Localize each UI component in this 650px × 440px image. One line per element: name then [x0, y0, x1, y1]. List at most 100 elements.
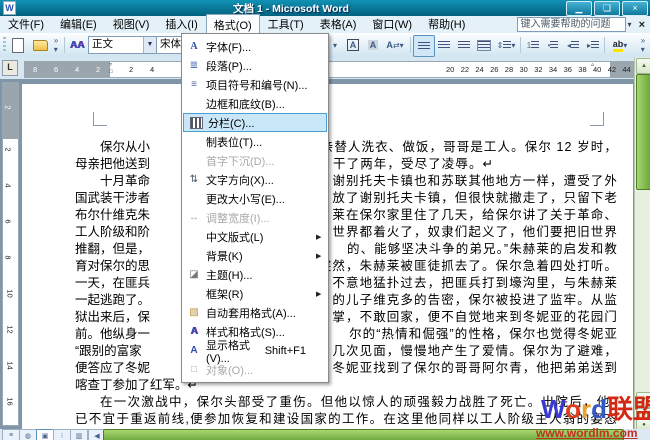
styles-and-formatting-icon[interactable]: AA — [67, 35, 87, 55]
new-document-icon — [12, 38, 24, 53]
vertical-scrollbar[interactable]: ▲ ▼ ▲ ● ▼ — [634, 57, 650, 440]
vertical-ruler[interactable]: 2246810121416 — [2, 82, 19, 426]
document-text-line[interactable]: 推翻，但是，的、能够坚决斗争的弟兄。”朱赫莱的启发和教 — [75, 238, 618, 255]
toolbar-options-button[interactable]: »▾ — [637, 35, 649, 55]
vertical-scroll-thumb[interactable] — [636, 74, 650, 190]
ruler-number: 40 — [593, 65, 601, 74]
document-text-line[interactable]: 前。他纵身一尔的“热情和倔强”的性格，保尔也觉得冬妮亚 — [75, 323, 618, 340]
menu-item[interactable]: A字体(F)... — [182, 37, 328, 56]
menu-item[interactable]: ≣段落(P)... — [182, 56, 328, 75]
menu-item[interactable]: A显示格式(V)...Shift+F1 — [182, 341, 328, 360]
document-text-line[interactable]: 母亲把他送到干了两年，受尽了凌辱。↵ — [75, 153, 618, 170]
toolbar-overflow-button[interactable]: »▾ — [50, 35, 62, 55]
close-document-icon[interactable]: × — [634, 19, 650, 31]
character-scale-button[interactable]: A⇄▾ — [383, 35, 407, 55]
document-text-line[interactable]: 国武装干涉者放了谢别托夫卡镇，但很快就撤走了，只留下老 — [75, 187, 618, 204]
menu-item[interactable]: ≡项目符号和编号(N)... — [182, 75, 328, 94]
document-text-line[interactable]: 工人阶级和阶世界都着火了，奴隶们起义了，他们要把旧世界 — [75, 221, 618, 238]
ruler-number: 4 — [75, 65, 79, 74]
toolbar-separator — [410, 37, 411, 53]
right-indent-marker[interactable]: ▵ — [591, 61, 594, 68]
document-text-line[interactable]: 育对保尔的思突然，朱赫莱被匪徒抓去了。保尔急着四处打听。 — [75, 255, 618, 272]
first-line-indent-marker[interactable]: ▿ — [109, 61, 112, 68]
help-question-input[interactable]: 键入需要帮助的问题 — [517, 17, 626, 32]
toolbar-separator — [520, 37, 521, 53]
document-text-line[interactable]: 十月革命谢别托夫卡镇也和苏联其他地方一样，遭受了外 — [75, 170, 618, 187]
ruler-number: 6 — [4, 219, 13, 223]
menu-item[interactable]: 边框和底纹(B)... — [182, 94, 328, 113]
menubar-item[interactable]: 插入(I) — [157, 14, 205, 35]
document-text-line[interactable]: 保尔从小亲替人洗衣、做饭，哥哥是工人。保尔 12 岁时， — [75, 136, 618, 153]
bulleted-list-button[interactable]: • — [543, 35, 563, 55]
menu-item[interactable]: 制表位(T)... — [182, 132, 328, 151]
document-text-line[interactable]: 布尔什维克朱莱在保尔家里住了几天，给保尔讲了关于革命、 — [75, 204, 618, 221]
watermark-letter: o — [565, 394, 581, 424]
web-layout-view-button[interactable]: ◍ — [19, 429, 37, 440]
restore-button[interactable]: ❏ — [594, 1, 620, 16]
menubar-item[interactable]: 帮助(H) — [420, 14, 473, 35]
menubar-item[interactable]: 格式(O) — [206, 14, 260, 35]
menu-item[interactable]: □对象(O)... — [182, 360, 328, 379]
menubar-item[interactable]: 窗口(W) — [364, 14, 420, 35]
document-text-line[interactable]: “跟别的富家几次见面，慢慢地产生了爱情。保尔为了避难， — [75, 340, 618, 357]
watermark-letter: d — [591, 394, 607, 424]
justify-button[interactable] — [413, 35, 435, 57]
menu-item[interactable]: 中文版式(L)▶ — [182, 227, 328, 246]
menu-item[interactable]: ⇅文字方向(X)... — [182, 170, 328, 189]
style-combobox[interactable]: 正文▼ — [88, 36, 157, 54]
toolbar-grip[interactable] — [3, 37, 6, 53]
menu-item[interactable]: 分栏(C)... — [183, 113, 327, 132]
submenu-arrow-icon: ▶ — [316, 233, 328, 241]
print-layout-view-button[interactable]: ▣ — [36, 429, 54, 440]
close-button[interactable]: × — [622, 1, 648, 16]
menu-item[interactable]: 首字下沉(D)... — [182, 151, 328, 170]
new-document-button[interactable] — [8, 35, 28, 55]
normal-view-button[interactable]: ≡ — [2, 429, 20, 440]
menu-item[interactable]: ◪主题(H)... — [182, 265, 328, 284]
menubar-item[interactable]: 文件(F) — [0, 14, 52, 35]
horizontal-ruler[interactable]: 86422420222426283032343638404244 ▿ □ ▵ — [24, 61, 635, 78]
increase-indent-button[interactable]: ▸ — [583, 35, 603, 55]
line-spacing-button[interactable]: ⇕▾ — [494, 35, 518, 55]
decrease-indent-button[interactable]: ◂ — [563, 35, 583, 55]
wordlm-watermark-logo: Word联盟 — [541, 396, 650, 422]
menubar-item[interactable]: 表格(A) — [312, 14, 365, 35]
open-button[interactable] — [30, 35, 50, 55]
menu-item[interactable]: ▧自动套用格式(A)... — [182, 303, 328, 322]
document-text-line[interactable]: 喀查丁参加了红军。↵ — [75, 374, 618, 391]
menubar-item[interactable]: 视图(V) — [105, 14, 158, 35]
hanging-indent-marker[interactable]: □ — [109, 69, 113, 75]
document-text-line[interactable]: 狱出来后，保掌，不敢回家，便不自觉地来到冬妮亚的花园门 — [75, 306, 618, 323]
menu-item-shortcut: Shift+F1 — [265, 345, 306, 357]
tab-selector-button[interactable]: L — [2, 60, 18, 76]
align-right-button[interactable] — [454, 35, 474, 55]
menu-item[interactable]: 框架(R)▶ — [182, 284, 328, 303]
menubar-item[interactable]: 工具(T) — [260, 14, 312, 35]
reading-layout-view-button[interactable]: ▥ — [70, 429, 88, 440]
wordlm-watermark-url: www.wordlm.com — [536, 426, 638, 440]
reveal-formatting-icon: A — [182, 345, 206, 356]
scroll-up-button[interactable]: ▲ — [636, 58, 650, 74]
document-text-line[interactable]: 已不宜于重返前线,便参加恢复和建设国家的工作。在这里他同样以工人阶级主人翁的姿态 — [75, 408, 618, 425]
outline-view-button[interactable]: ⁝ — [53, 429, 71, 440]
document-text-line[interactable]: 在一次激战中，保尔头部受了重伤。但他以惊人的顽强毅力战胜了死亡。出院后，他 — [75, 391, 618, 408]
menubar-item[interactable]: 编辑(E) — [52, 14, 105, 35]
minimize-button[interactable]: ▁ — [566, 1, 592, 16]
menu-item[interactable]: ↔调整宽度(I)... — [182, 208, 328, 227]
justify-icon — [418, 42, 430, 51]
document-text-line[interactable]: 一起逃跑了。的儿子维克多的告密，保尔被投进了监牢。从监 — [75, 289, 618, 306]
menu-item[interactable]: 更改大小写(E)... — [182, 189, 328, 208]
align-right-icon — [458, 41, 470, 50]
highlight-button[interactable]: ab▾ — [607, 35, 633, 55]
chevron-down-icon[interactable]: ▼ — [143, 37, 156, 53]
numbered-list-button[interactable]: 1 — [523, 35, 543, 55]
character-border-button[interactable]: A — [343, 35, 363, 55]
help-dropdown-icon[interactable]: ▾ — [626, 20, 634, 29]
font-size-dropdown-icon[interactable]: ▾ — [330, 35, 340, 55]
document-text-line[interactable]: 一天，在匪兵不意地猛扑过去，把匪兵打到壕沟里，与朱赫莱 — [75, 272, 618, 289]
distribute-button[interactable] — [474, 35, 494, 55]
document-text-line[interactable]: 便答应了冬妮冬妮亚找到了保尔的哥哥阿尔青，他把弟弟送到 — [75, 357, 618, 374]
align-center-button[interactable] — [434, 35, 454, 55]
character-shading-button[interactable]: A — [363, 35, 383, 55]
menu-item[interactable]: 背景(K)▶ — [182, 246, 328, 265]
